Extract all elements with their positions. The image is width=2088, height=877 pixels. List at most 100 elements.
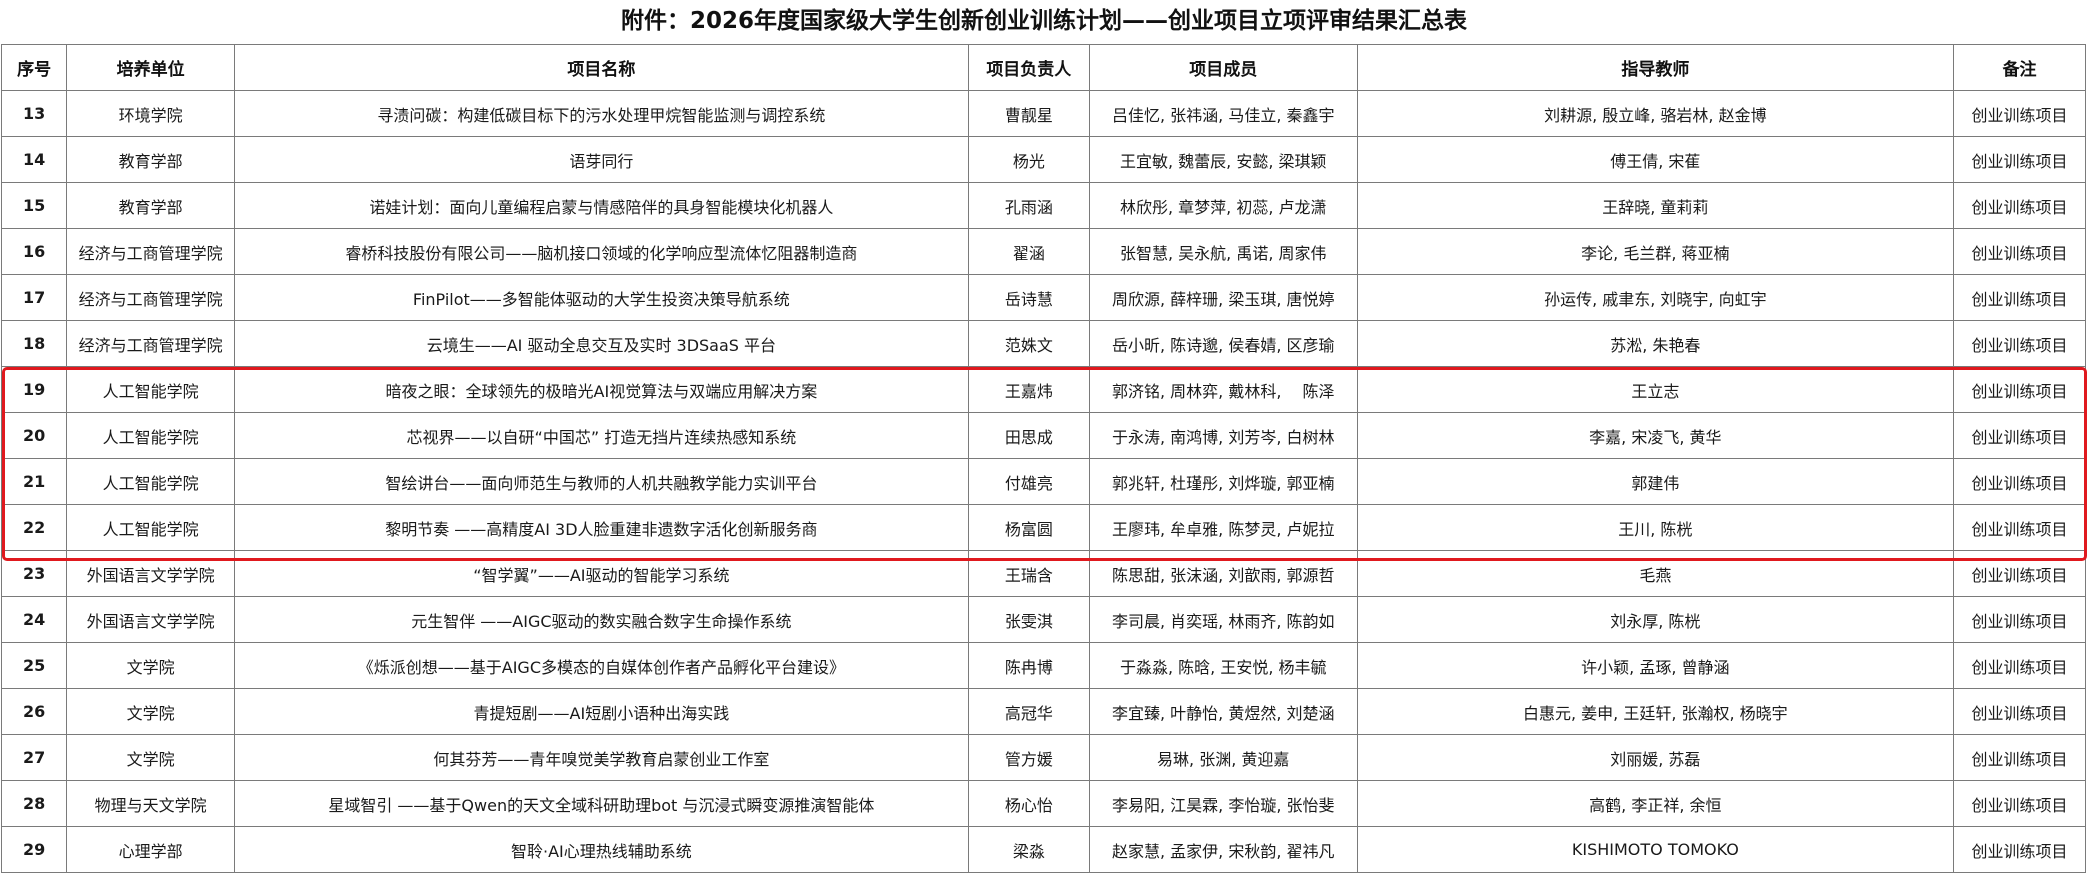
seq-cell: 17: [0, 274, 68, 321]
leader-cell: 付雄亮: [967, 458, 1090, 505]
members-cell: 于淼淼, 陈晗, 王安悦, 杨丰毓: [1088, 642, 1358, 689]
table-row: 27 文学院 何其芬芳——青年嗅觉美学教育启蒙创业工作室 管方媛 易琳, 张渊, 黄迎嘉…: [0, 734, 2086, 781]
members-cell: 林欣彤, 章梦萍, 初蕊, 卢龙潇: [1088, 182, 1358, 229]
unit-cell: 文学院: [66, 688, 236, 735]
project-name-cell: 智聆·AI心理热线辅助系统: [234, 826, 969, 873]
leader-cell: 王瑞含: [967, 550, 1090, 597]
project-name-cell: 寻渍问碳：构建低碳目标下的污水处理甲烷智能监测与调控系统: [234, 90, 969, 137]
seq-cell: 27: [0, 734, 68, 781]
advisors-cell: 白惠元, 姜申, 王廷轩, 张瀚权, 杨晓宇: [1356, 688, 1955, 735]
header-advisors: 指导教师: [1356, 44, 1955, 91]
project-name-cell: 暗夜之眼：全球领先的极暗光AI视觉算法与双端应用解决方案: [234, 366, 969, 413]
leader-cell: 杨富圆: [967, 504, 1090, 551]
remark-cell: 创业训练项目: [1953, 550, 2086, 597]
page-title: 附件：2026年度国家级大学生创新创业训练计划——创业项目立项评审结果汇总表: [620, 8, 1467, 34]
seq-cell: 28: [0, 780, 68, 827]
project-name-cell: 睿桥科技股份有限公司——脑机接口领域的化学响应型流体忆阻器制造商: [234, 228, 969, 275]
members-cell: 陈思甜, 张沫涵, 刘歆雨, 郭源哲: [1088, 550, 1358, 597]
remark-cell: 创业训练项目: [1953, 826, 2086, 873]
project-name-cell: 元生智伴 ——AIGC驱动的数实融合数字生命操作系统: [234, 596, 969, 643]
unit-cell: 经济与工商管理学院: [66, 320, 236, 367]
leader-cell: 杨光: [967, 136, 1090, 183]
header-leader: 项目负责人: [967, 44, 1090, 91]
leader-cell: 张雯淇: [967, 596, 1090, 643]
table-row: 14 教育学部 语芽同行 杨光 王宜敏, 魏蕾辰, 安懿, 梁琪颖 傅王倩, 宋萑 创业训练…: [0, 136, 2086, 183]
members-cell: 易琳, 张渊, 黄迎嘉: [1088, 734, 1358, 781]
leader-cell: 梁淼: [967, 826, 1090, 873]
advisors-cell: 毛燕: [1356, 550, 1955, 597]
leader-cell: 高冠华: [967, 688, 1090, 735]
seq-cell: 18: [0, 320, 68, 367]
advisors-cell: 王川, 陈桄: [1356, 504, 1955, 551]
seq-cell: 23: [0, 550, 68, 597]
members-cell: 岳小昕, 陈诗邈, 侯春婧, 区彦瑜: [1088, 320, 1358, 367]
project-name-cell: FinPilot——多智能体驱动的大学生投资决策导航系统: [234, 274, 969, 321]
table-row: 18 经济与工商管理学院 云境生——AI 驱动全息交互及实时 3DSaaS 平台 范姝…: [0, 320, 2086, 367]
advisors-cell: 许小颖, 孟琢, 曾静涵: [1356, 642, 1955, 689]
remark-cell: 创业训练项目: [1953, 412, 2086, 459]
table-row: 29 心理学部 智聆·AI心理热线辅助系统 梁淼 赵家慧, 孟家伊, 宋秋韵, 翟祎凡 K…: [0, 826, 2086, 873]
members-cell: 赵家慧, 孟家伊, 宋秋韵, 翟祎凡: [1088, 826, 1358, 873]
advisors-cell: 傅王倩, 宋萑: [1356, 136, 1955, 183]
results-table: 序号 培养单位 项目名称 项目负责人 项目成员 指导教师 备注 13 环境学院 寻渍…: [0, 44, 2086, 873]
leader-cell: 管方媛: [967, 734, 1090, 781]
unit-cell: 文学院: [66, 642, 236, 689]
seq-cell: 25: [0, 642, 68, 689]
table-row: 23 外国语言文学学院 “智学翼”——AI驱动的智能学习系统 王瑞含 陈思甜, 张沫涵,…: [0, 550, 2086, 597]
members-cell: 郭济铭, 周林弈, 戴林科, 陈泽: [1088, 366, 1358, 413]
advisors-cell: KISHIMOTO TOMOKO: [1356, 826, 1955, 873]
unit-cell: 环境学院: [66, 90, 236, 137]
remark-cell: 创业训练项目: [1953, 458, 2086, 505]
advisors-cell: 李论, 毛兰群, 蒋亚楠: [1356, 228, 1955, 275]
header-project: 项目名称: [234, 44, 969, 91]
table-row: 17 经济与工商管理学院 FinPilot——多智能体驱动的大学生投资决策导航系统岳…: [0, 274, 2086, 321]
leader-cell: 陈冉博: [967, 642, 1090, 689]
members-cell: 周欣源, 薛梓珊, 梁玉琪, 唐悦婷: [1088, 274, 1358, 321]
remark-cell: 创业训练项目: [1953, 688, 2086, 735]
seq-cell: 26: [0, 688, 68, 735]
table-row: 16 经济与工商管理学院 睿桥科技股份有限公司——脑机接口领域的化学响应型流体忆阻器…: [0, 228, 2086, 275]
header-remark: 备注: [1953, 44, 2086, 91]
table-row: 25 文学院 《烁派创想——基于AIGC多模态的自媒体创作者产品孵化平台建设》 陈冉博…: [0, 642, 2086, 689]
seq-cell: 19: [0, 366, 68, 413]
advisors-cell: 孙运传, 戚聿东, 刘晓宇, 向虹宇: [1356, 274, 1955, 321]
remark-cell: 创业训练项目: [1953, 642, 2086, 689]
table-row: 13 环境学院 寻渍问碳：构建低碳目标下的污水处理甲烷智能监测与调控系统 曹靓星 吕佳忆…: [0, 90, 2086, 137]
project-name-cell: 青提短剧——AI短剧小语种出海实践: [234, 688, 969, 735]
members-cell: 王廖玮, 牟卓雅, 陈梦灵, 卢妮拉: [1088, 504, 1358, 551]
remark-cell: 创业训练项目: [1953, 780, 2086, 827]
project-name-cell: 语芽同行: [234, 136, 969, 183]
advisors-cell: 刘丽媛, 苏磊: [1356, 734, 1955, 781]
remark-cell: 创业训练项目: [1953, 504, 2086, 551]
leader-cell: 范姝文: [967, 320, 1090, 367]
table-row: 15 教育学部 诺娃计划：面向儿童编程启蒙与情感陪伴的具身智能模块化机器人 孔雨涵 林欣…: [0, 182, 2086, 229]
remark-cell: 创业训练项目: [1953, 228, 2086, 275]
remark-cell: 创业训练项目: [1953, 182, 2086, 229]
members-cell: 郭兆轩, 杜瑾彤, 刘烨璇, 郭亚楠: [1088, 458, 1358, 505]
seq-cell: 14: [0, 136, 68, 183]
leader-cell: 岳诗慧: [967, 274, 1090, 321]
leader-cell: 孔雨涵: [967, 182, 1090, 229]
leader-cell: 翟涵: [967, 228, 1090, 275]
remark-cell: 创业训练项目: [1953, 734, 2086, 781]
seq-cell: 16: [0, 228, 68, 275]
seq-cell: 15: [0, 182, 68, 229]
project-name-cell: 星域智引 ——基于Qwen的天文全域科研助理bot 与沉浸式瞬变源推演智能体: [234, 780, 969, 827]
header-members: 项目成员: [1088, 44, 1358, 91]
project-name-cell: 芯视界——以自研“中国芯” 打造无挡片连续热感知系统: [234, 412, 969, 459]
members-cell: 吕佳忆, 张祎涵, 马佳立, 秦鑫宇: [1088, 90, 1358, 137]
project-name-cell: 黎明节奏 ——高精度AI 3D人脸重建非遗数字活化创新服务商: [234, 504, 969, 551]
header-row: 序号 培养单位 项目名称 项目负责人 项目成员 指导教师 备注: [0, 44, 2086, 91]
advisors-cell: 刘耕源, 殷立峰, 骆岩林, 赵金博: [1356, 90, 1955, 137]
seq-cell: 21: [0, 458, 68, 505]
leader-cell: 田思成: [967, 412, 1090, 459]
table-row: 21 人工智能学院 智绘讲台——面向师范生与教师的人机共融教学能力实训平台 付雄亮 郭兆…: [0, 458, 2086, 505]
seq-cell: 24: [0, 596, 68, 643]
unit-cell: 文学院: [66, 734, 236, 781]
members-cell: 王宜敏, 魏蕾辰, 安懿, 梁琪颖: [1088, 136, 1358, 183]
advisors-cell: 王辞晓, 童莉莉: [1356, 182, 1955, 229]
unit-cell: 人工智能学院: [66, 412, 236, 459]
leader-cell: 曹靓星: [967, 90, 1090, 137]
project-name-cell: 智绘讲台——面向师范生与教师的人机共融教学能力实训平台: [234, 458, 969, 505]
seq-cell: 20: [0, 412, 68, 459]
